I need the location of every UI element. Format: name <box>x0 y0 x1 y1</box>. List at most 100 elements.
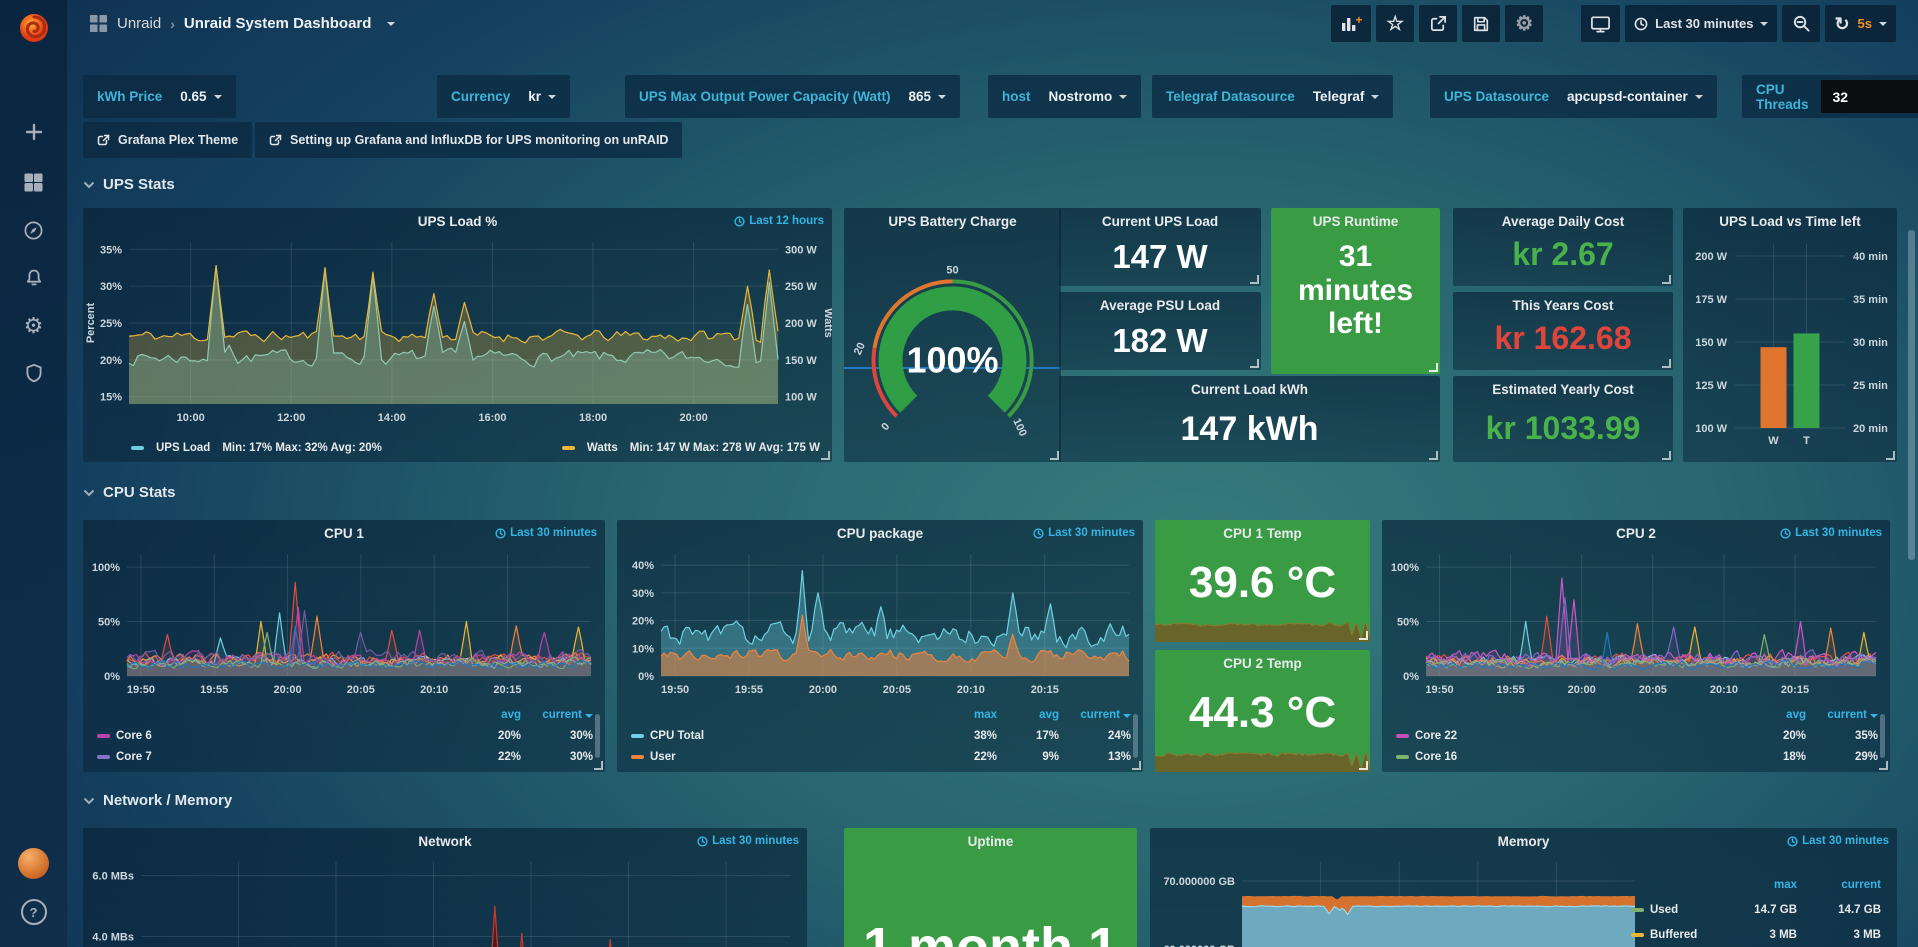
save-dashboard-button[interactable] <box>1462 5 1500 42</box>
panel-time-range-link[interactable]: Last 12 hours <box>734 215 824 227</box>
panel-time-range-link[interactable]: Last 30 minutes <box>1787 835 1889 847</box>
panel-title[interactable]: Average Daily Cost <box>1453 214 1673 229</box>
panel-title[interactable]: UPS Load vs Time left <box>1683 214 1897 229</box>
svg-text:100: 100 <box>1010 417 1029 439</box>
stat-value: 147 kWh <box>1059 410 1440 449</box>
clock-icon <box>1780 528 1791 539</box>
page-scrollbar[interactable] <box>1908 230 1915 560</box>
panel-time-range-link[interactable]: Last 30 minutes <box>1033 527 1135 539</box>
panel-title[interactable]: Average PSU Load <box>1059 298 1261 313</box>
panel-title[interactable]: Memory <box>1150 834 1897 849</box>
alerting-bell-icon[interactable] <box>0 258 67 298</box>
external-link-icon <box>97 134 110 147</box>
dashboards-icon[interactable] <box>0 162 67 202</box>
cycle-view-tv-button[interactable] <box>1581 5 1620 42</box>
svg-text:40 min: 40 min <box>1853 251 1888 263</box>
memory-legend[interactable]: maxcurrentUsed14.7 GB14.7 GBBuffered3 MB… <box>1631 872 1881 947</box>
panel-ups-load-graph: UPS Load % Last 12 hours 10:0012:0014:00… <box>83 208 832 462</box>
svg-text:W: W <box>1768 435 1779 447</box>
breadcrumb-root[interactable]: Unraid <box>117 15 161 32</box>
share-dashboard-button[interactable] <box>1419 5 1457 42</box>
panel-title[interactable]: CPU 1 Temp <box>1155 526 1370 541</box>
explore-compass-icon[interactable] <box>0 210 67 250</box>
panel-time-range-link[interactable]: Last 30 minutes <box>1780 527 1882 539</box>
panel-title[interactable]: Current UPS Load <box>1059 214 1261 229</box>
section-cpu-stats[interactable]: CPU Stats <box>83 484 176 501</box>
svg-text:19:55: 19:55 <box>200 684 228 696</box>
panel-title[interactable]: This Years Cost <box>1453 298 1673 313</box>
section-ups-stats[interactable]: UPS Stats <box>83 176 175 193</box>
topbar: Unraid › Unraid System Dashboard + ☆ ⚙ <box>67 0 1918 47</box>
add-panel-button[interactable]: + <box>1331 5 1371 42</box>
cpu1-temp-sparkline <box>1155 608 1370 642</box>
help-icon[interactable]: ? <box>0 892 67 932</box>
dashboard-dropdown-caret[interactable] <box>387 22 395 26</box>
variable-ups-max-output[interactable]: UPS Max Output Power Capacity (Watt)865 <box>625 75 960 118</box>
panel-ups-runtime: UPS Runtime 31 minutes left! <box>1271 208 1440 374</box>
variable-host[interactable]: hostNostromo <box>988 75 1141 118</box>
cpu-threads-input[interactable] <box>1821 80 1918 113</box>
dashboard-title[interactable]: Unraid System Dashboard <box>184 15 372 32</box>
legend-scrollbar[interactable] <box>1880 714 1885 758</box>
ups-load-legend[interactable]: UPS LoadMin: 17% Max: 32% Avg: 20% WattsM… <box>131 442 820 454</box>
stat-value: kr 2.67 <box>1453 236 1673 273</box>
stat-value: 44.3 °C <box>1155 688 1370 738</box>
panel-title[interactable]: Uptime <box>844 834 1137 849</box>
cpu2-temp-sparkline <box>1155 738 1370 772</box>
legend-row[interactable]: Core 2220%35% <box>1396 725 1878 746</box>
dashboard-grid-icon[interactable] <box>89 14 108 33</box>
variable-cpu-threads: CPU Threads <box>1742 75 1918 118</box>
grafana-logo-icon[interactable] <box>14 8 54 48</box>
panel-title[interactable]: CPU 2 Temp <box>1155 656 1370 671</box>
refresh-button[interactable]: ↻ 5s <box>1825 5 1896 42</box>
panel-title[interactable]: UPS Load % <box>83 214 832 229</box>
time-range-picker[interactable]: Last 30 minutes <box>1625 5 1777 42</box>
panel-title[interactable]: UPS Battery Charge <box>844 214 1061 229</box>
panel-current-load-kwh: Current Load kWh 147 kWh <box>1059 376 1440 462</box>
section-network-memory[interactable]: Network / Memory <box>83 792 232 809</box>
battery-charge-gauge[interactable]: 02050100100% <box>844 208 1061 462</box>
variable-telegraf-datasource[interactable]: Telegraf DatasourceTelegraf <box>1152 75 1393 118</box>
panel-title[interactable]: Estimated Yearly Cost <box>1453 382 1673 397</box>
dashboard-settings-button[interactable]: ⚙ <box>1505 5 1543 42</box>
create-plus-icon[interactable] <box>0 112 67 152</box>
svg-text:19:50: 19:50 <box>661 684 689 696</box>
stat-value: 147 W <box>1059 238 1261 276</box>
cpu2-legend[interactable]: avgcurrentCore 2220%35%Core 1618%29% <box>1396 704 1878 767</box>
cpu-package-legend[interactable]: maxavgcurrentCPU Total38%17%24%User22%9%… <box>631 704 1131 767</box>
star-dashboard-button[interactable]: ☆ <box>1376 5 1414 42</box>
link-ups-monitoring-guide[interactable]: Setting up Grafana and InfluxDB for UPS … <box>255 122 682 158</box>
legend-row[interactable]: Core 620%30% <box>97 725 593 746</box>
svg-text:40%: 40% <box>632 560 654 572</box>
legend-scrollbar[interactable] <box>595 714 600 758</box>
server-admin-shield-icon[interactable] <box>0 353 67 393</box>
legend-row[interactable]: Buffered3 MB3 MB <box>1631 922 1881 947</box>
link-grafana-plex-theme[interactable]: Grafana Plex Theme <box>83 122 252 158</box>
ups-load-vs-time-bar-chart[interactable]: 200 W175 W150 W125 W100 W40 min35 min30 … <box>1683 208 1897 462</box>
legend-row[interactable]: User22%9%13% <box>631 746 1131 767</box>
svg-text:50: 50 <box>946 264 958 276</box>
legend-scrollbar[interactable] <box>1133 714 1138 758</box>
configuration-gear-icon[interactable]: ⚙ <box>0 306 67 346</box>
ups-load-chart[interactable]: 10:0012:0014:0016:0018:0020:0035%30%25%2… <box>83 208 832 462</box>
stat-value: kr 162.68 <box>1453 320 1673 357</box>
svg-text:20:15: 20:15 <box>1031 684 1059 696</box>
svg-text:20:05: 20:05 <box>1639 684 1667 696</box>
legend-item[interactable]: WattsMin: 147 W Max: 278 W Avg: 175 W <box>562 442 820 454</box>
time-range-label: Last 30 minutes <box>1655 16 1753 31</box>
panel-time-range-link[interactable]: Last 30 minutes <box>495 527 597 539</box>
cpu1-legend[interactable]: avgcurrentCore 620%30%Core 722%30% <box>97 704 593 767</box>
panel-title[interactable]: Current Load kWh <box>1059 382 1440 397</box>
variable-kwh-price[interactable]: kWh Price0.65 <box>83 75 236 118</box>
legend-row[interactable]: CPU Total38%17%24% <box>631 725 1131 746</box>
legend-item[interactable]: UPS LoadMin: 17% Max: 32% Avg: 20% <box>131 442 382 454</box>
panel-title[interactable]: UPS Runtime <box>1271 214 1440 229</box>
panel-time-range-link[interactable]: Last 30 minutes <box>697 835 799 847</box>
zoom-out-button[interactable] <box>1782 5 1820 42</box>
legend-row[interactable]: Used14.7 GB14.7 GB <box>1631 897 1881 922</box>
variable-currency[interactable]: Currencykr <box>437 75 570 118</box>
legend-row[interactable]: Core 722%30% <box>97 746 593 767</box>
user-avatar[interactable] <box>0 843 67 883</box>
legend-row[interactable]: Core 1618%29% <box>1396 746 1878 767</box>
variable-ups-datasource[interactable]: UPS Datasourceapcupsd-container <box>1430 75 1717 118</box>
